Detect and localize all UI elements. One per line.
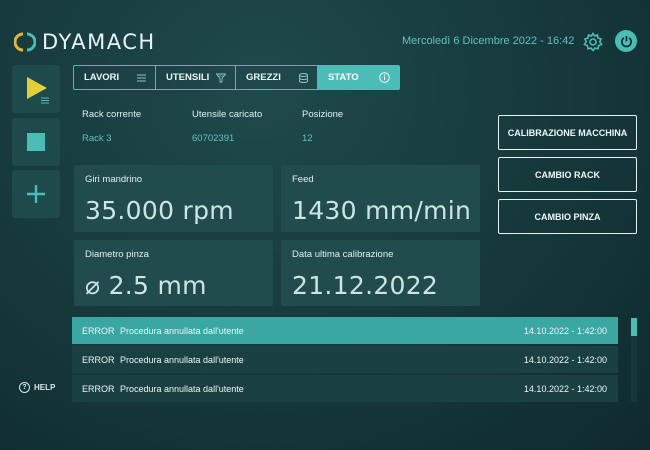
plus-icon [27, 185, 45, 203]
database-icon [299, 72, 308, 83]
spindle-value: 35.000 rpm [85, 196, 234, 225]
help-icon: ? [19, 382, 30, 393]
main-tabs: LAVORI UTENSILI GREZZI STATO [73, 65, 400, 90]
change-collet-button[interactable]: CAMBIO PINZA [498, 199, 637, 234]
log-message: Procedura annullata dall'utente [120, 354, 244, 365]
tab-label: UTENSILI [166, 72, 210, 83]
calibrate-machine-button[interactable]: CALIBRAZIONE MACCHINA [498, 115, 637, 150]
tab-stato[interactable]: STATO [318, 66, 399, 89]
spindle-card: Giri mandrino 35.000 rpm [74, 165, 273, 232]
tab-utensili[interactable]: UTENSILI [156, 66, 236, 89]
feed-value: 1430 mm/min [292, 196, 472, 225]
tool-value: 60702391 [192, 133, 235, 144]
tab-label: STATO [328, 72, 359, 83]
log-scrollbar-thumb[interactable] [631, 318, 637, 336]
stop-button[interactable] [12, 118, 60, 166]
log-row[interactable]: ERROR Procedura annullata dall'utente 14… [72, 317, 618, 344]
tab-label: GREZZI [246, 72, 281, 83]
tool-label: Utensile caricato [192, 109, 263, 120]
add-button[interactable] [12, 170, 60, 218]
feed-label: Feed [292, 174, 314, 185]
position-label: Posizione [302, 109, 344, 120]
log-code: ERROR [82, 354, 115, 365]
feed-card: Feed 1430 mm/min [281, 165, 480, 232]
current-datetime: Mercoledì 6 Dicembre 2022 - 16:42 [402, 35, 575, 47]
help-button[interactable]: ? HELP [19, 382, 55, 393]
log-message: Procedura annullata dall'utente [120, 383, 244, 394]
app-name: DYAMACH [42, 30, 156, 54]
collet-value: ⌀ 2.5 mm [85, 271, 207, 300]
spindle-label: Giri mandrino [85, 174, 143, 185]
log-row[interactable]: ERROR Procedura annullata dall'utente 14… [72, 346, 618, 373]
calibration-date-card: Data ultima calibrazione 21.12.2022 [281, 240, 480, 306]
start-button[interactable] [12, 65, 60, 113]
gear-icon[interactable] [583, 32, 603, 52]
rack-label: Rack corrente [82, 109, 142, 120]
rack-value: Rack 3 [82, 133, 112, 144]
list-icon [137, 74, 146, 81]
log-time: 14.10.2022 - 1:42:00 [523, 354, 607, 365]
play-icon [27, 77, 49, 104]
collet-card: Diametro pinza ⌀ 2.5 mm [74, 240, 273, 306]
tab-label: LAVORI [84, 72, 120, 83]
help-label: HELP [34, 383, 56, 392]
position-value: 12 [302, 133, 313, 144]
info-icon [379, 72, 390, 83]
change-rack-button[interactable]: CAMBIO RACK [498, 157, 637, 192]
power-icon [620, 35, 632, 47]
tab-lavori[interactable]: LAVORI [74, 66, 156, 89]
log-time: 14.10.2022 - 1:42:00 [523, 383, 607, 394]
log-time: 14.10.2022 - 1:42:00 [523, 325, 607, 336]
collet-label: Diametro pinza [85, 249, 149, 260]
funnel-icon [216, 73, 226, 82]
stop-icon [27, 133, 45, 151]
log-message: Procedura annullata dall'utente [120, 325, 244, 336]
calibration-date-label: Data ultima calibrazione [292, 249, 394, 260]
log-code: ERROR [82, 325, 115, 336]
app-logo: DYAMACH [14, 30, 156, 54]
log-code: ERROR [82, 383, 115, 394]
log-row[interactable]: ERROR Procedura annullata dall'utente 14… [72, 375, 618, 402]
power-button[interactable] [615, 30, 637, 52]
calibration-date-value: 21.12.2022 [292, 271, 439, 300]
tab-grezzi[interactable]: GREZZI [236, 66, 318, 89]
logo-icon [14, 32, 36, 52]
